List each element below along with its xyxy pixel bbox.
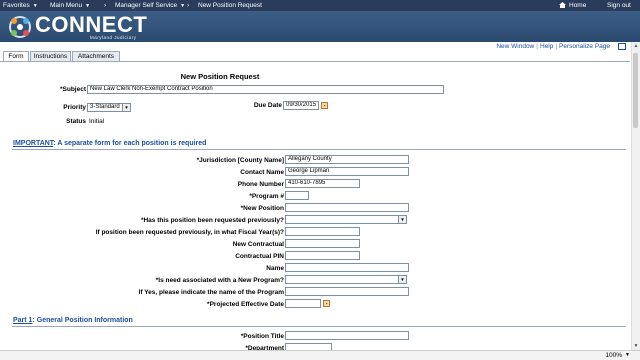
- important-lead: IMPORTANT: [13, 140, 54, 147]
- status-value: Initial: [89, 118, 105, 125]
- main-menu-label: Main Menu: [50, 2, 83, 9]
- new-program-select[interactable]: ▼: [285, 275, 407, 284]
- top-nav-bar: Favorites ▼ Main Menu ▼ › Manager Self Ser…: [0, 0, 640, 11]
- name-label: Name: [266, 265, 284, 272]
- contractual-pin-input[interactable]: [285, 251, 360, 260]
- requested-previously-select[interactable]: ▼: [285, 215, 407, 224]
- chevron-down-icon: ▼: [398, 216, 406, 223]
- new-position-label: *New Position: [240, 205, 284, 212]
- breadcrumb-manager-self-service[interactable]: Manager Self Service ▼: [115, 2, 185, 9]
- phone-number-label: Phone Number: [237, 181, 284, 188]
- jurisdiction-label: *Jurisdiction [County Name]: [196, 157, 284, 164]
- app-logo-subtitle: Maryland Judiciary: [90, 35, 137, 40]
- form-title: New Position Request: [180, 72, 260, 81]
- home-icon: [559, 2, 566, 8]
- department-input[interactable]: [285, 343, 332, 350]
- page-utility-links: New Window | Help | Personalize Page: [496, 43, 610, 50]
- subject-input[interactable]: New Law Clerk Non-Exempt Contract Positi…: [87, 85, 444, 94]
- contact-name-input[interactable]: George Lipman: [285, 167, 409, 176]
- subject-label: *Subject: [59, 86, 86, 93]
- breadcrumb-current-page: New Position Request: [198, 2, 262, 9]
- important-section-header: IMPORTANT: A separate form for each posi…: [13, 140, 206, 147]
- chevron-down-icon: ▼: [85, 3, 91, 9]
- status-label: Status: [66, 118, 86, 125]
- tab-underline: [0, 61, 630, 62]
- section-divider: [12, 326, 626, 327]
- chevron-down-icon: ▼: [398, 276, 406, 283]
- program-name-input[interactable]: [285, 287, 409, 296]
- jurisdiction-input[interactable]: Allegany County: [285, 155, 409, 164]
- new-position-input[interactable]: [285, 203, 409, 212]
- chevron-down-icon[interactable]: ▼: [625, 352, 630, 358]
- zoom-level[interactable]: 100%: [605, 352, 622, 359]
- calendar-icon[interactable]: ▪: [323, 300, 330, 307]
- favorites-menu[interactable]: Favorites ▼: [3, 2, 38, 9]
- phone-number-input[interactable]: 410-610-7895: [285, 179, 360, 188]
- scrollbar-thumb[interactable]: [633, 53, 638, 128]
- fiscal-year-input[interactable]: [285, 227, 360, 236]
- main-menu[interactable]: Main Menu ▼: [50, 2, 90, 9]
- connect-logo-icon: [9, 16, 31, 38]
- position-title-label: *Position Title: [240, 333, 284, 340]
- priority-selected: 3-Standard: [90, 104, 120, 110]
- calendar-icon[interactable]: ▪: [321, 102, 328, 109]
- projected-effective-date-label: *Projected Effective Date: [207, 301, 284, 308]
- chevron-down-icon: ▼: [122, 104, 130, 111]
- part1-lead: Part 1: [13, 317, 33, 324]
- program-number-label: *Program #: [249, 193, 284, 200]
- new-program-label: *Is need associated with a New Program?: [155, 277, 284, 284]
- personalize-page-link[interactable]: Personalize Page: [559, 43, 610, 50]
- home-label: Home: [569, 2, 587, 9]
- tab-instructions[interactable]: Instructions: [30, 51, 71, 61]
- priority-label: Priority: [63, 104, 86, 111]
- breadcrumb-separator-icon: ›: [104, 2, 107, 9]
- new-window-link[interactable]: New Window: [496, 43, 534, 50]
- scroll-down-icon[interactable]: ▼: [633, 343, 639, 349]
- due-date-label: Due Date: [253, 102, 282, 109]
- part1-section-header: Part 1: General Position Information: [13, 317, 133, 324]
- scroll-up-icon[interactable]: ▲: [633, 43, 639, 49]
- part1-text: : General Position Information: [32, 317, 133, 324]
- contact-name-label: Contact Name: [240, 169, 284, 176]
- browser-status-bar: 100% ▼: [0, 350, 640, 360]
- signout-link[interactable]: Sign out: [607, 2, 631, 9]
- name-input[interactable]: [285, 263, 409, 272]
- new-contractual-input[interactable]: [285, 239, 360, 248]
- program-name-label: If Yes, please indicate the name of the …: [138, 289, 284, 296]
- projected-effective-date-input[interactable]: [285, 299, 321, 308]
- section-divider: [12, 149, 626, 150]
- contractual-pin-label: Contractual PIN: [235, 253, 284, 260]
- due-date-input[interactable]: 09/30/2015: [283, 101, 319, 110]
- position-title-input[interactable]: [285, 331, 409, 340]
- priority-select[interactable]: 3-Standard ▼: [87, 103, 131, 112]
- chevron-down-icon: ▼: [180, 3, 186, 9]
- home-link[interactable]: Home: [559, 2, 586, 9]
- tab-form[interactable]: Form: [3, 51, 29, 61]
- fiscal-year-label: If position been requested previously, i…: [95, 229, 284, 236]
- requested-previously-label: *Has this position been requested previo…: [140, 217, 284, 224]
- help-link[interactable]: Help: [540, 43, 553, 50]
- tab-attachments[interactable]: Attachments: [72, 51, 120, 61]
- favorites-label: Favorites: [3, 2, 30, 9]
- breadcrumb-separator-icon: ›: [187, 2, 190, 9]
- page-layout-icon[interactable]: [618, 43, 626, 50]
- new-contractual-label: New Contractual: [232, 241, 284, 248]
- important-text: : A separate form for each position is r…: [53, 140, 207, 147]
- breadcrumb-label: Manager Self Service: [115, 2, 178, 9]
- chevron-down-icon: ▼: [32, 3, 38, 9]
- program-number-input[interactable]: [285, 191, 309, 200]
- app-header: CONNECT Maryland Judiciary: [0, 11, 640, 42]
